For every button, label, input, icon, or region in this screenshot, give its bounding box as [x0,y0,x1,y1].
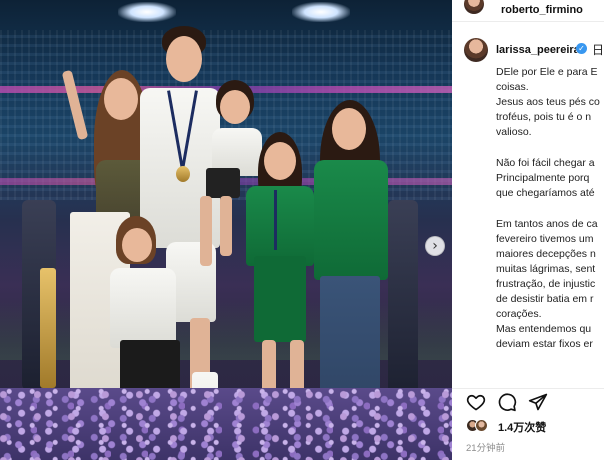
caption-line: valioso. [496,126,532,138]
caption-line: de desistir batia em r [496,293,594,305]
caption-line: corações. [496,308,542,320]
caption-line: troféus, pois tu é o n [496,111,592,123]
confetti-floor [0,388,452,460]
post-timestamp: 21分钟前 [466,443,506,454]
post-actions-bar [452,388,604,414]
caption-line: muitas lágrimas, sent [496,263,596,275]
caption-header: larissa_peereira ✓ 日 [452,32,604,62]
post-detail-panel: roberto_firmino larissa_peereira ✓ 日 DEl… [452,0,604,460]
comment-button[interactable] [497,392,517,412]
caption-text: DEle por Ele e para E coisas. Jesus aos … [496,65,604,352]
stadium-floodlight [118,2,176,22]
caption-line: fevereiro tivemos um [496,233,594,245]
caption-line: frustração, de injustic [496,278,596,290]
verified-badge-icon: ✓ [576,43,587,54]
caption-line: que chegaríamos até [496,187,595,199]
carousel-next-button[interactable]: › [425,236,445,256]
comment-bubble-icon [498,393,517,412]
truncated-glyph: 日 [592,43,604,57]
pitch [0,300,452,360]
trophy [40,268,56,388]
owner-username[interactable]: roberto_firmino [501,4,583,16]
heart-icon [466,394,486,411]
liker-avatar [475,419,488,432]
share-button[interactable] [528,392,548,412]
caption-line: Principalmente porq [496,172,590,184]
post-photo[interactable]: › [0,0,452,460]
post-owner-header: roberto_firmino [452,0,604,22]
caption-line: DEle por Ele e para E [496,66,598,78]
caption-paragraph-gap [496,201,604,217]
caption-paragraph-gap [496,140,604,156]
caption-line: Em tantos anos de ca [496,218,598,230]
caption-line: coisas. [496,81,529,93]
like-button[interactable] [466,392,486,412]
caption-line: Mas entendemos qu [496,323,592,335]
likes-count[interactable]: 1.4万次赞 [498,419,546,435]
caption-line: maiores decepções n [496,248,596,260]
owner-avatar[interactable] [464,0,484,14]
caption-author-avatar[interactable] [464,38,488,62]
paper-plane-icon [528,393,548,411]
chevron-right-icon: › [432,238,438,254]
trophy-pedestal [388,200,418,400]
stadium-floodlight [292,2,350,22]
caption-line: Não foi fácil chegar a [496,157,595,169]
caption-line: Jesus aos teus pés co [496,96,600,108]
caption-author-username[interactable]: larissa_peereira [496,44,580,56]
caption-line: deviam estar fixos er [496,338,593,350]
